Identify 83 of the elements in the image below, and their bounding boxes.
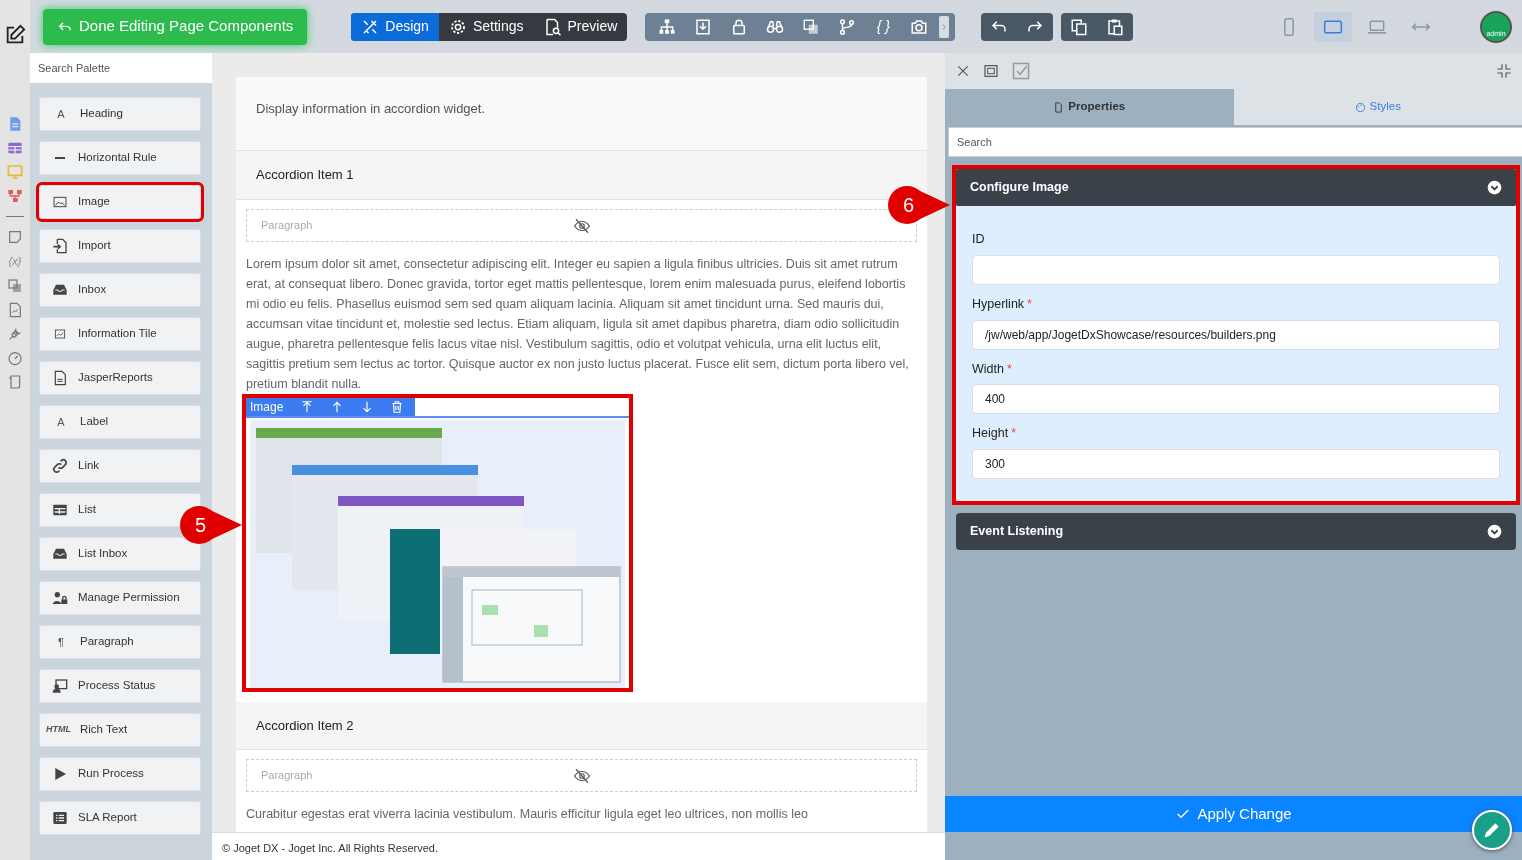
palette-item[interactable]: Link: [39, 449, 201, 483]
search-field[interactable]: Search Palette: [30, 53, 212, 83]
palette-item[interactable]: ¶ Paragraph: [39, 625, 201, 659]
inbox-icon: [52, 282, 68, 298]
mode-tab[interactable]: Preview: [533, 12, 628, 41]
input-field[interactable]: 400: [972, 384, 1500, 415]
import-icon: [52, 238, 68, 254]
palette-item[interactable]: Horizontal Rule: [39, 141, 201, 175]
paragraph-text: Curabitur egestas erat viverra lacinia vestibulum. Mauris efficitur ligula eget leo ultrices, non mollis leo: [246, 806, 809, 823]
glyph-icon: HTML: [46, 723, 70, 737]
compress-icon[interactable]: [1496, 63, 1512, 79]
report-icon[interactable]: [7, 301, 23, 318]
section-title: Event Listening: [970, 523, 1064, 541]
move-top-icon: [300, 399, 315, 414]
palette-item[interactable]: HTML Rich Text: [39, 713, 201, 747]
apply-change-button[interactable]: Apply Change: [945, 796, 1522, 832]
trash-icon: [390, 399, 405, 414]
palette-item[interactable]: JasperReports: [39, 361, 201, 395]
dash-icon: [55, 157, 65, 159]
gear-icon: [448, 17, 467, 36]
edit-button[interactable]: [1472, 810, 1512, 850]
glyph-icon: ¶: [52, 633, 70, 651]
field-label: Height *: [972, 425, 1017, 443]
field-label: ID: [972, 231, 986, 248]
input-field[interactable]: 300: [972, 449, 1500, 479]
mode-tab[interactable]: Design: [351, 12, 439, 41]
palette-item[interactable]: Process Status: [39, 669, 201, 703]
eye-slash-icon: [572, 767, 592, 785]
document-icon[interactable]: [7, 116, 23, 132]
palette-item[interactable]: Run Process: [39, 757, 201, 791]
glyph-icon: A: [52, 413, 70, 431]
palette-item[interactable]: SLA Report: [39, 801, 201, 835]
accordion-header[interactable]: Accordion Item 2: [236, 701, 927, 750]
palette-item[interactable]: List Inbox: [39, 537, 201, 571]
section-header[interactable]: Configure Image: [956, 169, 1516, 206]
input-field[interactable]: /jw/web/app/JogetDxShowcase/resources/builders.png: [972, 319, 1500, 350]
search-field[interactable]: Search: [948, 127, 1522, 157]
glyph-icon: A: [52, 105, 70, 123]
user-lock-icon: [52, 590, 68, 606]
inbox-icon: [52, 546, 68, 562]
eye-slash-icon: [572, 216, 592, 235]
palette-item[interactable]: Inbox: [39, 273, 201, 307]
palette-item[interactable]: Information Tile: [39, 317, 201, 351]
link-icon: [52, 458, 68, 474]
table-icon: [52, 502, 68, 518]
field-label: Hyperlink *: [972, 295, 1033, 313]
palette-item[interactable]: Import: [39, 229, 201, 263]
component-label: Image: [250, 398, 285, 416]
scroll-icon[interactable]: [7, 373, 23, 390]
gauge-icon[interactable]: [7, 349, 23, 366]
design-icon: [361, 17, 380, 36]
placeholder-label: Paragraph: [261, 768, 313, 784]
mode-tab[interactable]: Settings: [438, 12, 534, 41]
list-icon: [52, 810, 68, 826]
table-icon[interactable]: [7, 140, 23, 156]
palette-item[interactable]: Manage Permission: [39, 581, 201, 615]
document-icon: [52, 370, 68, 386]
palette-item[interactable]: A Label: [39, 405, 201, 439]
edit-icon[interactable]: [4, 24, 26, 46]
checkbox-icon[interactable]: [1011, 61, 1031, 81]
section-title: Configure Image: [970, 179, 1069, 197]
play-icon: [52, 766, 68, 782]
paragraph-text: Lorem ipsum dolor sit amet, consectetur adipiscing elit. Integer eu sapien a ligula finibus ultricies. Duis sit amet rutrum erat, at consequat libero. Donec gravida, tortor eget mattis pellentesque, lorem enim malesuada purus, eleifend lobortis mi odio eu felis. Phasellus euismod sem sed quam aliquam lacinia. Aliquam sit amet tincidunt urna. Sed mauris dui, accumsan vitae tincidunt et, molestie sed lectus. Etiam aliquam, ligula sit amet dapibus pharetra, diam odio sollicitudin augue, pharetra pellentesque felis lacus vitae nisl. Vestibulum sagittis, odio et volutpat vehicula, urna elit luctus elit, sagittis pretium sem lectus ac tortor. Quisque auctor ex non justo luctus placerat. Fusce elit sem, dictum porta libero vel, pretium blandit nulla.: [246, 255, 910, 393]
chevron-right-icon[interactable]: [939, 15, 950, 38]
tablet-icon[interactable]: [1314, 11, 1352, 42]
close-icon[interactable]: [955, 63, 971, 79]
chevron-down-icon: [1487, 180, 1502, 195]
placeholder-label: Paragraph: [261, 217, 313, 233]
frame-icon[interactable]: [983, 63, 999, 79]
flowchart-icon[interactable]: [7, 188, 23, 204]
chevron-down-icon: [1487, 524, 1502, 539]
footer-text: © Joget DX - Joget Inc. All Rights Reserved.: [212, 832, 945, 860]
input-field[interactable]: [972, 254, 1500, 285]
section-header[interactable]: Event Listening: [956, 513, 1516, 550]
palette-item[interactable]: A Heading: [39, 97, 201, 131]
pencil-icon: [1482, 820, 1502, 840]
file-icon: [1053, 101, 1065, 113]
document-search-icon: [543, 17, 562, 36]
field-label: Width *: [972, 360, 1013, 378]
palette-item[interactable]: Image: [39, 185, 201, 219]
note-icon[interactable]: [7, 229, 23, 245]
user-screen-icon: [52, 678, 68, 694]
intro-text: Display information in accordion widget.: [256, 100, 487, 118]
